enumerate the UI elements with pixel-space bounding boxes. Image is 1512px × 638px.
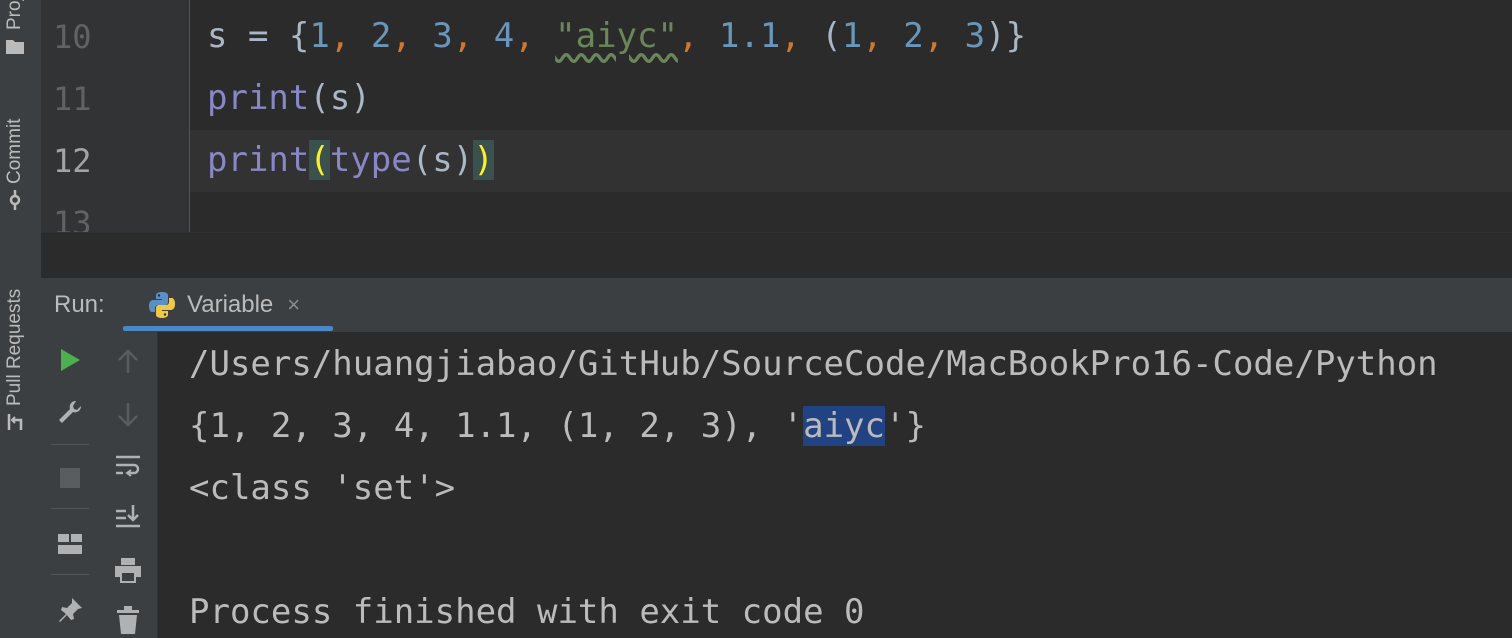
print-button[interactable] <box>112 554 144 586</box>
run-label: Run: <box>54 291 105 318</box>
up-arrow-icon <box>118 349 138 373</box>
active-tab-indicator <box>123 326 333 331</box>
pull-request-icon <box>7 414 23 430</box>
commit-tool-label: Commit <box>4 118 25 184</box>
run-toolbar-secondary <box>99 332 158 638</box>
print-icon <box>115 558 141 583</box>
toolbar-separator <box>51 574 89 575</box>
soft-wrap-icon <box>116 455 140 477</box>
tab-label: Variable <box>187 291 274 318</box>
toolbar-separator <box>51 444 89 445</box>
layout-icon <box>58 534 82 554</box>
console-output[interactable]: /Users/huangjiabao/GitHub/SourceCode/Mac… <box>158 332 1512 638</box>
scroll-to-end-button[interactable] <box>112 500 144 532</box>
selected-text: aiyc <box>803 406 885 446</box>
console-path-line: /Users/huangjiabao/GitHub/SourceCode/Mac… <box>189 344 1438 384</box>
tab-variable[interactable]: Variable × <box>123 278 333 332</box>
code-line-12: print(type(s)) <box>207 140 494 180</box>
stop-button[interactable] <box>54 462 86 494</box>
matched-brace: ) <box>473 140 494 180</box>
console-exit-line: Process finished with exit code 0 <box>189 592 865 632</box>
line-number-gutter: 10 11 12 13 <box>41 0 190 232</box>
code-editor[interactable]: 10 11 12 13 s = {1, 2, 3, 4, "aiyc", 1.1… <box>41 0 1512 232</box>
wrench-icon <box>59 400 82 423</box>
commit-tool-button[interactable]: Commit <box>4 119 26 210</box>
toolbar-separator <box>51 508 89 509</box>
line-number: 13 <box>53 204 92 232</box>
project-tool-label: Project <box>4 0 25 30</box>
clear-all-button[interactable] <box>112 604 144 636</box>
matched-brace: ( <box>309 140 330 180</box>
line-number: 11 <box>53 80 92 118</box>
pin-icon <box>59 598 82 622</box>
python-icon <box>149 292 175 318</box>
soft-wrap-button[interactable] <box>112 450 144 482</box>
layout-button[interactable] <box>54 528 86 560</box>
rerun-icon <box>61 349 80 371</box>
line-number: 12 <box>53 142 92 180</box>
commit-icon <box>9 190 21 210</box>
run-toolbar-primary <box>41 332 100 638</box>
console-output-line: <class 'set'> <box>189 468 456 508</box>
code-line-11: print(s) <box>207 78 371 118</box>
panel-splitter[interactable] <box>41 232 1512 279</box>
next-occurrence-button[interactable] <box>112 398 144 430</box>
previous-occurrence-button[interactable] <box>112 346 144 378</box>
folder-icon <box>6 40 24 54</box>
console-output-line: {1, 2, 3, 4, 1.1, (1, 2, 3), 'aiyc'} <box>189 406 926 446</box>
run-tool-window-header: Run: Variable × <box>41 278 1512 333</box>
project-tool-button[interactable]: Project <box>4 0 26 56</box>
string-literal: "aiyc" <box>555 16 678 56</box>
rerun-button[interactable] <box>54 344 86 376</box>
code-line-10: s = {1, 2, 3, 4, "aiyc", 1.1, (1, 2, 3)} <box>207 16 1027 56</box>
pin-tab-button[interactable] <box>54 594 86 626</box>
trash-icon <box>117 606 139 634</box>
left-tool-strip: Project Commit Pull Requests <box>0 0 42 638</box>
down-arrow-icon <box>118 403 138 427</box>
scroll-to-end-icon <box>116 505 140 528</box>
pull-requests-tool-label: Pull Requests <box>4 288 25 406</box>
pull-requests-tool-button[interactable]: Pull Requests <box>4 289 26 432</box>
line-number: 10 <box>53 18 92 56</box>
close-tab-icon[interactable]: × <box>287 292 300 318</box>
edit-configuration-button[interactable] <box>54 396 86 428</box>
stop-icon <box>60 468 80 488</box>
